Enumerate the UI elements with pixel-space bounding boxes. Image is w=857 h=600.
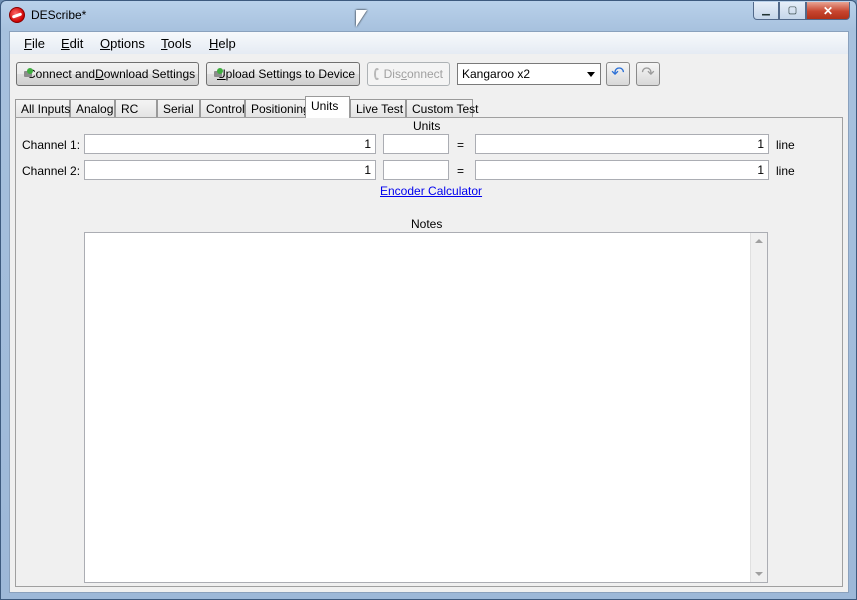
minimize-icon: ▁ [762,5,770,16]
chevron-down-icon [587,72,595,77]
app-window: DEScribe* ▁ ▢ ✕ File Edit Options Tools … [0,0,857,600]
units-header: Units [413,119,441,133]
menu-edit[interactable]: Edit [61,36,83,51]
channel-2-user-value[interactable]: 1 [475,160,769,180]
window-title: DEScribe* [31,8,87,22]
caption-buttons: ▁ ▢ ✕ [753,2,850,20]
upload-settings-button[interactable]: Upload Settings to Device [206,62,360,86]
tab-positioning[interactable]: Positioning [245,99,310,118]
notes-label: Notes [411,217,443,231]
device-select-value: Kangaroo x2 [462,67,531,81]
device-select[interactable]: Kangaroo x2 [457,63,601,85]
redo-button[interactable]: ↷ [636,62,660,86]
tab-custom-test[interactable]: Custom Test [406,99,478,118]
mouse-cursor-icon [356,10,367,27]
channel-1-equals: = [457,138,465,152]
minimize-button[interactable]: ▁ [753,2,779,20]
maximize-button[interactable]: ▢ [779,2,806,20]
channel-2-unit: line [776,164,795,178]
notes-scrollbar[interactable] [750,233,767,582]
notes-textarea[interactable] [84,232,768,583]
disconnect-button[interactable]: Dis c onnect [367,62,450,86]
disconnect-icon [374,68,380,80]
tab-serial[interactable]: Serial [157,99,200,118]
menu-options[interactable]: Options [100,36,145,51]
channel-2-label: Channel 2: [22,164,81,178]
tab-all-inputs[interactable]: All Inputs [15,99,70,118]
client-area: File Edit Options Tools Help Connect and… [9,31,849,593]
title-bar[interactable]: DEScribe* ▁ ▢ ✕ [1,1,856,31]
tab-units[interactable]: Units [305,96,350,118]
redo-icon: ↷ [641,65,655,82]
tab-rc[interactable]: RC [115,99,157,118]
maximize-icon: ▢ [787,5,798,16]
channel-1-label: Channel 1: [22,138,81,152]
channel-1-unit-name[interactable] [383,134,449,154]
close-button[interactable]: ✕ [806,2,850,20]
units-tab-page: Units Channel 1: 1 = 1 line Channel 2: 1… [15,117,843,587]
channel-2-machine-value[interactable]: 1 [84,160,376,180]
menu-bar: File Edit Options Tools Help [10,32,848,54]
scroll-up-icon[interactable] [755,239,763,243]
channel-1-user-value[interactable]: 1 [475,134,769,154]
scroll-down-icon[interactable] [755,572,763,576]
menu-help[interactable]: Help [209,36,236,51]
channel-2-equals: = [457,164,465,178]
tab-analog[interactable]: Analog [70,99,115,118]
menu-tools[interactable]: Tools [161,36,191,51]
encoder-calculator-link[interactable]: Encoder Calculator [380,184,482,198]
close-icon: ✕ [822,3,834,18]
undo-icon: ↶ [611,65,625,82]
connect-download-button[interactable]: Connect and Download Settings [16,62,199,86]
undo-button[interactable]: ↶ [606,62,630,86]
channel-1-machine-value[interactable]: 1 [84,134,376,154]
app-logo-icon [9,7,25,23]
menu-file[interactable]: File [24,36,45,51]
tab-control[interactable]: Control [200,99,245,118]
channel-1-unit: line [776,138,795,152]
channel-2-unit-name[interactable] [383,160,449,180]
tab-live-test[interactable]: Live Test [350,99,406,118]
